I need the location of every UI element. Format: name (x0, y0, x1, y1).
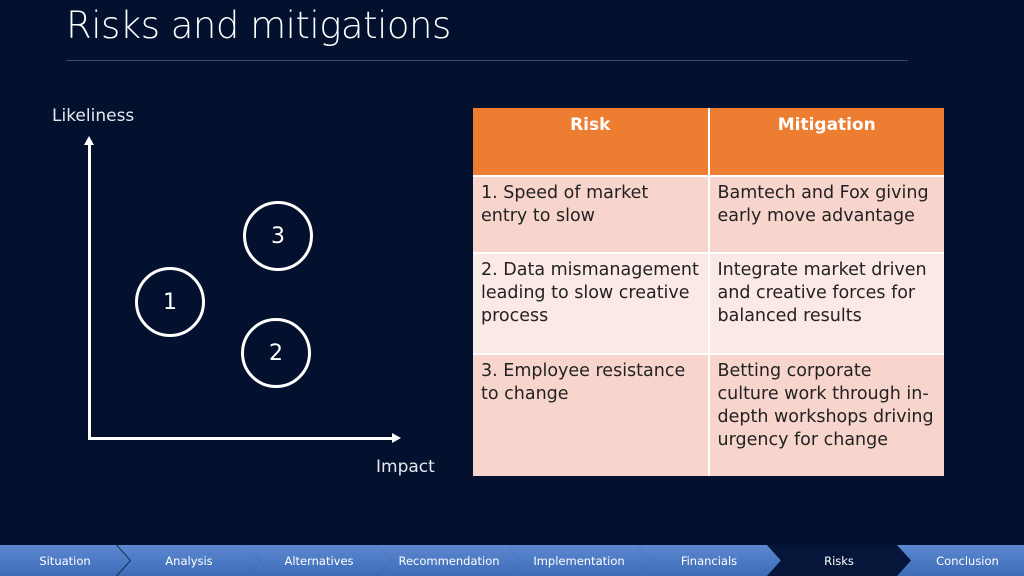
nav-analysis[interactable]: Analysis (117, 545, 261, 576)
nav-conclusion[interactable]: Conclusion (897, 545, 1024, 576)
y-axis-label: Likeliness (52, 106, 135, 126)
x-axis-label: Impact (376, 457, 435, 477)
nav-alternatives[interactable]: Alternatives (247, 545, 391, 576)
risk-marker-1: 1 (135, 267, 205, 337)
nav-recommendation[interactable]: Recommendation (377, 545, 521, 576)
x-axis (88, 437, 394, 440)
risk-marker-3: 3 (243, 201, 313, 271)
header-risk: Risk (473, 108, 710, 176)
title-divider (66, 60, 908, 61)
slide-title: Risks and mitigations (66, 4, 451, 47)
header-mitigation: Mitigation (708, 108, 944, 176)
mitigation-cell: Bamtech and Fox giving early move advant… (708, 175, 944, 253)
risk-table: Risk Mitigation 1. Speed of market entry… (473, 108, 944, 476)
nav-situation[interactable]: Situation (0, 545, 130, 576)
x-axis-arrow-icon (392, 433, 401, 443)
table-row: 3. Employee resistance to change Betting… (473, 353, 944, 476)
y-axis (88, 142, 91, 440)
nav-implementation[interactable]: Implementation (507, 545, 651, 576)
section-nav: Situation Analysis Alternatives Recommen… (0, 545, 1024, 576)
table-row: 1. Speed of market entry to slow Bamtech… (473, 175, 944, 253)
nav-risks[interactable]: Risks (767, 545, 911, 576)
risk-cell: 1. Speed of market entry to slow (473, 175, 710, 253)
mitigation-cell: Betting corporate culture work through i… (708, 353, 944, 476)
risk-cell: 2. Data mismanagement leading to slow cr… (473, 252, 710, 354)
mitigation-cell: Integrate market driven and creative for… (708, 252, 944, 354)
risk-marker-2: 2 (241, 318, 311, 388)
risk-cell: 3. Employee resistance to change (473, 353, 710, 476)
nav-financials[interactable]: Financials (637, 545, 781, 576)
table-header-row: Risk Mitigation (473, 108, 944, 176)
table-row: 2. Data mismanagement leading to slow cr… (473, 252, 944, 354)
